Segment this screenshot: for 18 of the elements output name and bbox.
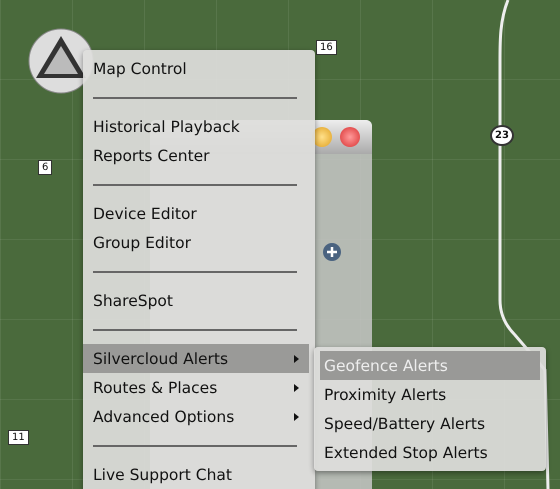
menu-item[interactable]: Group Editor (83, 228, 309, 257)
route-number: 16 (316, 40, 337, 55)
route-number: 6 (38, 160, 52, 175)
menu-item[interactable]: Speed/Battery Alerts (320, 409, 540, 438)
zoom-in-icon[interactable] (322, 242, 342, 262)
menu-item[interactable]: Reports Center (83, 141, 309, 170)
menu-item[interactable]: Map Control (83, 54, 309, 83)
menu-item[interactable]: ShareSpot (83, 286, 309, 315)
route-number: 11 (8, 430, 29, 445)
menu-item[interactable]: Advanced Options (83, 402, 309, 431)
menu-item[interactable]: Extended Stop Alerts (320, 438, 540, 467)
menu-item[interactable]: Historical Playback (83, 112, 309, 141)
menu-item[interactable]: Live Support Chat (83, 460, 309, 489)
menu-item[interactable]: Routes & Places (83, 373, 309, 402)
menu-item[interactable]: Silvercloud Alerts (83, 344, 309, 373)
close-icon[interactable] (340, 127, 360, 147)
menu-item[interactable]: Device Editor (83, 199, 309, 228)
menu-item[interactable]: Proximity Alerts (320, 380, 540, 409)
